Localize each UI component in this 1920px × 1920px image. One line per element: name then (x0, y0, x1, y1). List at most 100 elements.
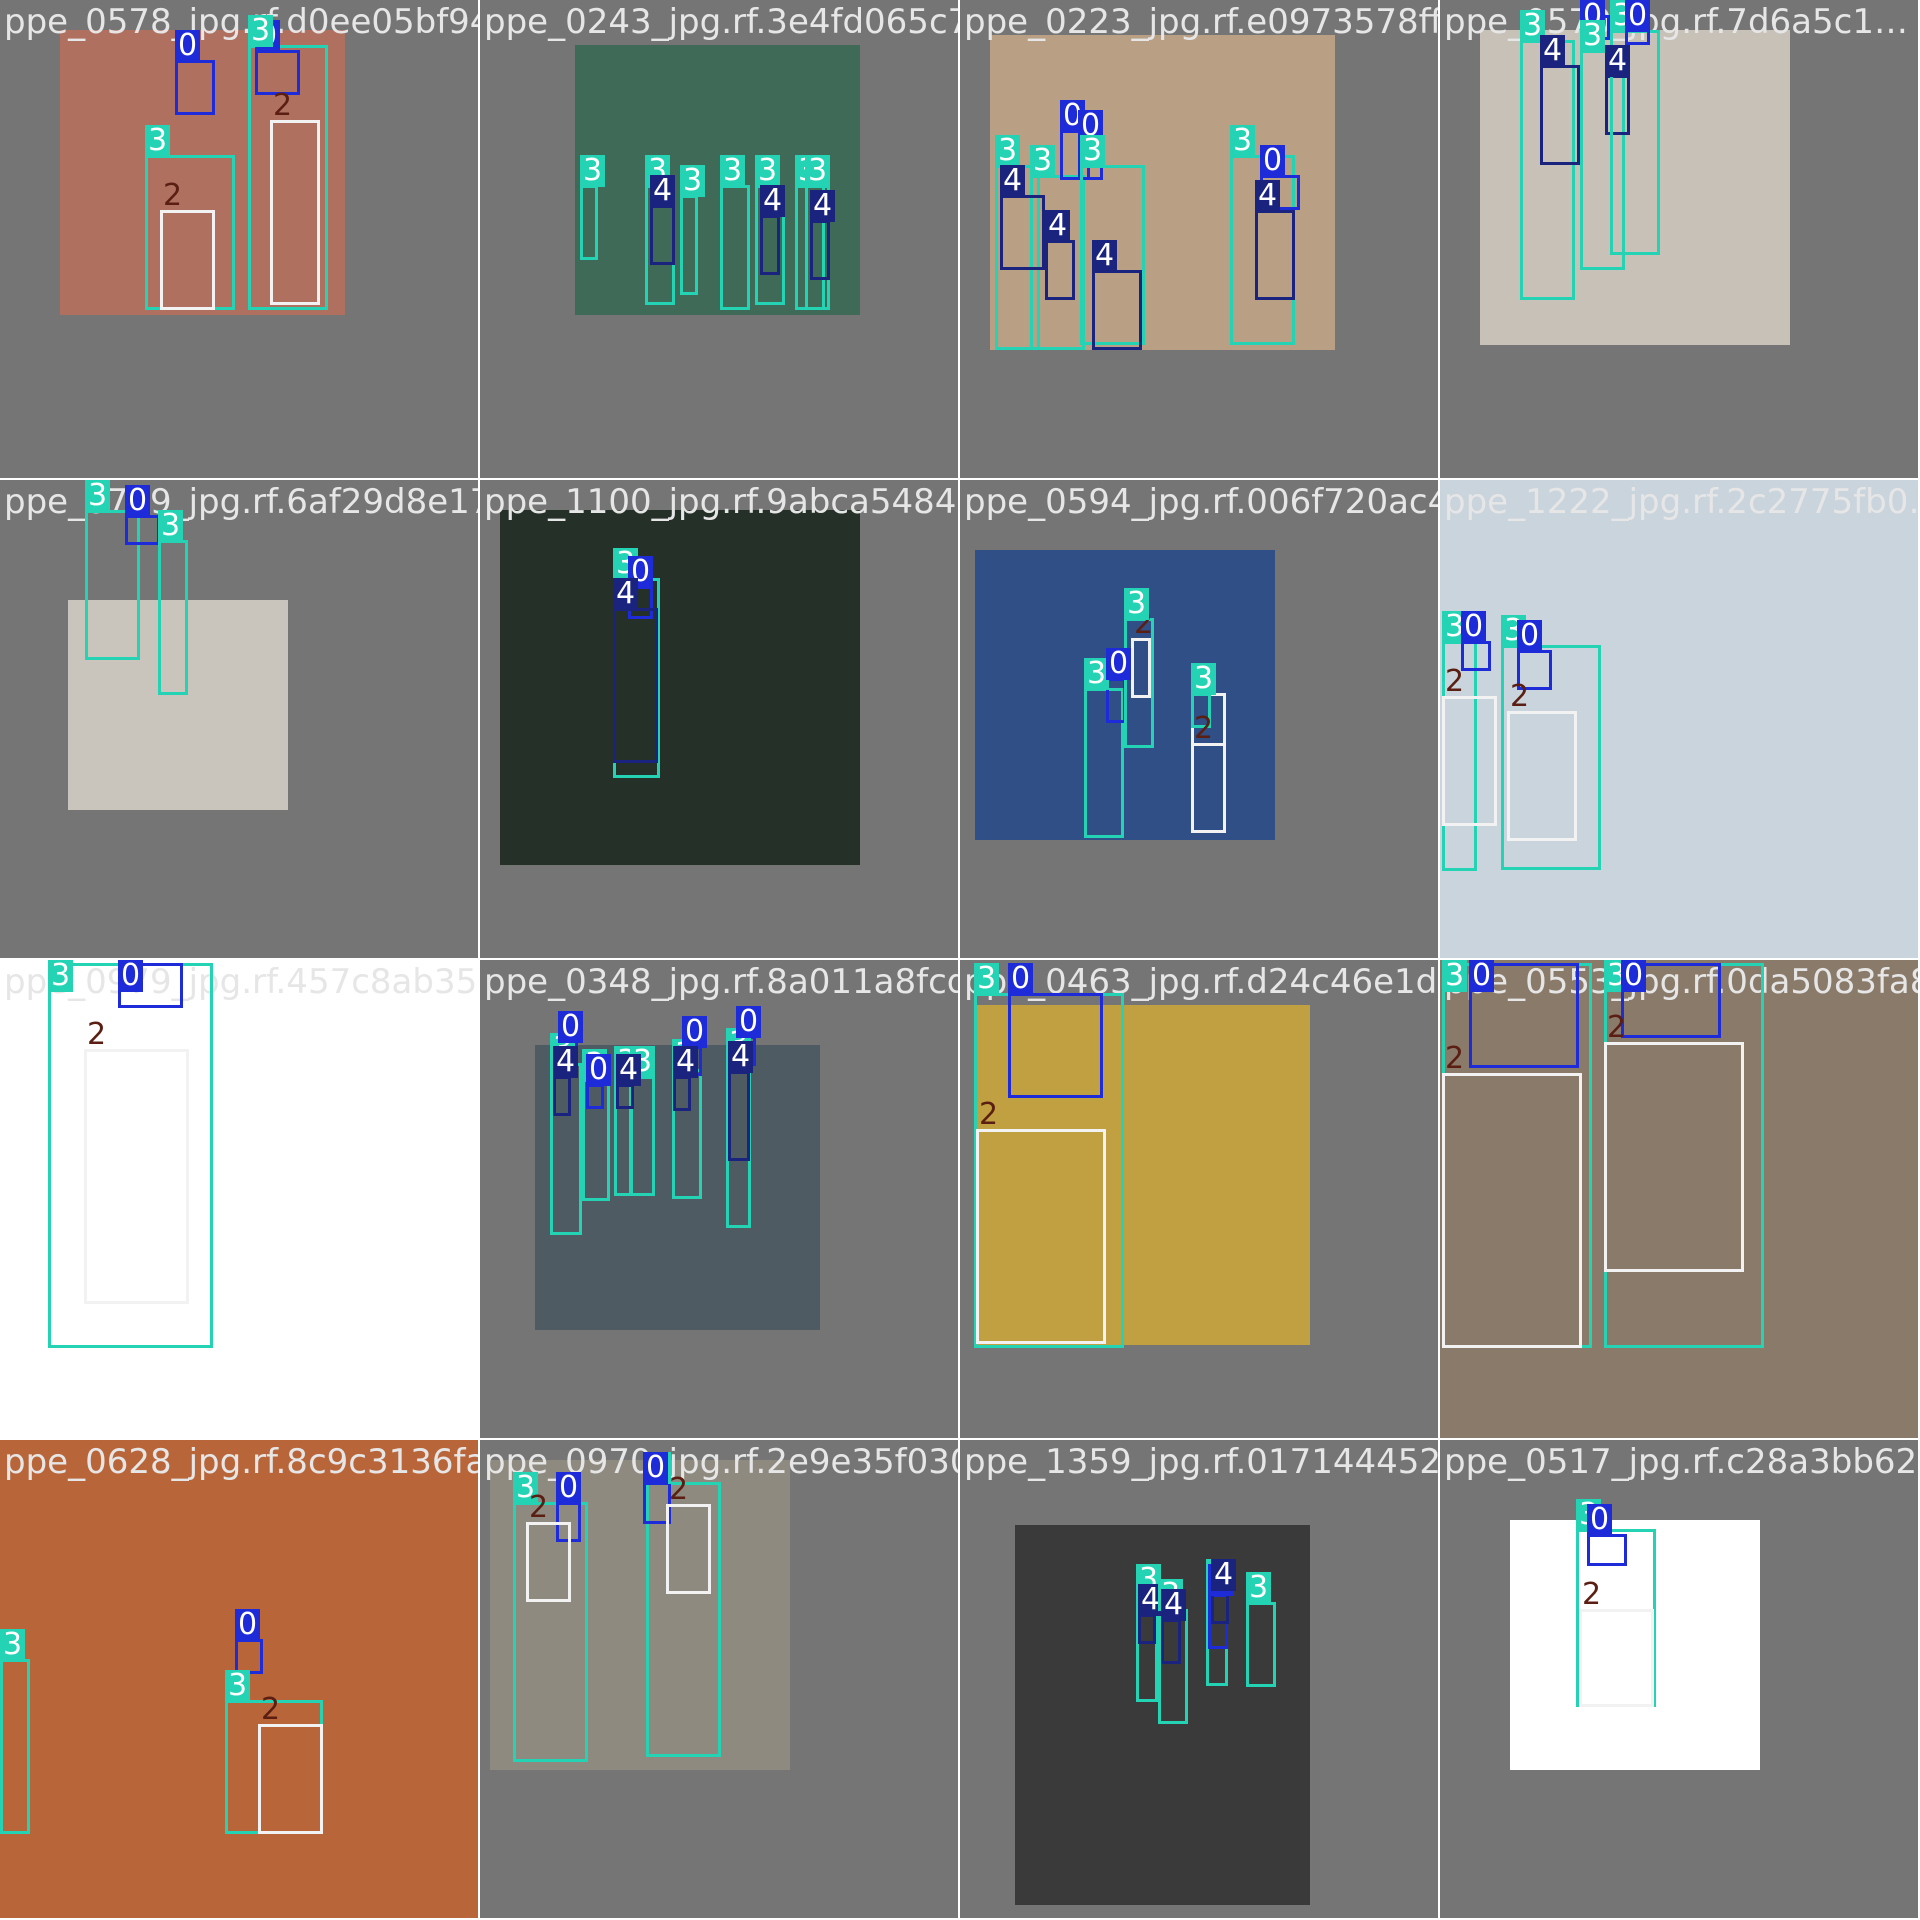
detection-class-label: 3 (248, 15, 274, 47)
detection-box-class-2 (84, 1049, 189, 1304)
detection-box-class-3 (158, 540, 188, 695)
grid-tile: ppe_0979_jpg.rf.457c8ab35… 3 0 2 (0, 960, 480, 1440)
image-filename-caption: ppe_0594_jpg.rf.006f720ac4… (964, 482, 1440, 522)
detection-box-class-4 (728, 1071, 750, 1161)
detection-class-label: 0 (175, 30, 201, 62)
detection-class-label: 2 (1445, 1041, 1465, 1076)
detection-class-label: 3 (225, 1670, 251, 1702)
detection-class-label: 3 (1230, 125, 1256, 157)
detection-class-label: 2 (979, 1097, 999, 1132)
grid-tile: ppe_1359_jpg.rf.017144452…34343043 (960, 1440, 1440, 1920)
detection-class-label: 2 (529, 1490, 549, 1525)
detection-class-label: 0 (556, 1472, 582, 1504)
detection-box-class-2 (1604, 1042, 1744, 1272)
detection-class-label: 4 (1605, 45, 1631, 77)
image-filename-caption: ppe_0348_jpg.rf.8a011a8fcd… (484, 962, 960, 1002)
detection-box-class-2 (160, 210, 215, 310)
detection-class-label: 3 (158, 510, 184, 542)
detection-class-label: 3 (85, 480, 111, 512)
detection-class-label: 4 (810, 190, 836, 222)
detection-box-class-3 (720, 185, 750, 310)
image-filename-caption: ppe_0517_jpg.rf.c28a3bb620… (1444, 1442, 1920, 1482)
detection-class-label: 0 (1625, 0, 1651, 32)
detection-box-class-2 (1191, 743, 1226, 833)
detection-box-class-4 (1255, 210, 1295, 300)
grid-tile: ppe_0553_jpg.rf.0da5083fa8… 3 0 2 3 0 2 (1440, 960, 1920, 1440)
detection-box-class-4 (1000, 195, 1045, 270)
detection-class-label: 3 (1442, 960, 1468, 992)
grid-tile: ppe_0594_jpg.rf.006f720ac4…3023232 (960, 480, 1440, 960)
detection-box-class-3 (680, 195, 698, 295)
image-filename-caption: ppe_1100_jpg.rf.9abca5484… (484, 482, 960, 522)
detection-box-class-2 (526, 1522, 571, 1602)
detection-class-label: 2 (669, 1472, 689, 1507)
detection-class-label: 2 (261, 1692, 281, 1727)
detection-box-class-2 (1442, 696, 1497, 826)
detection-box-class-4 (760, 215, 780, 275)
detection-box-class-2 (1442, 1073, 1582, 1348)
detection-box-class-3 (1246, 1602, 1276, 1687)
detection-box-class-2 (258, 1724, 323, 1834)
detection-class-label: 2 (163, 178, 183, 213)
detection-class-label: 4 (1045, 210, 1071, 242)
detection-box-class-4 (1161, 1619, 1181, 1664)
grid-tile: ppe_0970_jpg.rf.2e9e35f030…302302 (480, 1440, 960, 1920)
image-filename-caption: ppe_1222_jpg.rf.2c2775fb0… (1444, 482, 1920, 522)
detection-class-label: 0 (1587, 1504, 1613, 1536)
detection-class-label: 0 (235, 1609, 261, 1641)
detection-class-label: 0 (558, 1011, 584, 1043)
detection-class-label: 4 (728, 1041, 754, 1073)
detection-class-label: 3 (1124, 588, 1150, 620)
detection-box-class-4 (1138, 1614, 1156, 1644)
detection-class-label: 3 (48, 960, 74, 992)
detection-class-label: 4 (1092, 240, 1118, 272)
detection-class-label: 4 (673, 1046, 699, 1078)
grid-tile: ppe_0628_jpg.rf.8c9c3136fa… 3 0 3 2 (0, 1440, 480, 1920)
detection-class-label: 2 (1582, 1577, 1602, 1612)
grid-tile: ppe_0749_jpg.rf.6af29d8e17… 3 0 3 (0, 480, 480, 960)
detection-box-class-0 (1008, 993, 1103, 1098)
detection-class-label: 0 (1260, 145, 1286, 177)
detection-class-label: 4 (1540, 35, 1566, 67)
image-filename-caption: ppe_0243_jpg.rf.3e4fd065c74b0a… (484, 2, 958, 42)
grid-tile: ppe_1222_jpg.rf.2c2775fb0… 3 0 2 3 0 2 (1440, 480, 1920, 960)
detection-class-label: 4 (1255, 180, 1281, 212)
detection-class-label: 3 (680, 165, 706, 197)
detection-box-class-3 (0, 1659, 30, 1834)
detection-box-class-4 (810, 220, 830, 280)
detection-box-class-4 (616, 1084, 634, 1109)
detection-class-label: 2 (1510, 679, 1530, 714)
detection-class-label: 4 (1000, 165, 1026, 197)
detection-box-class-4 (1045, 240, 1075, 300)
detection-class-label: 0 (1517, 620, 1543, 652)
detection-class-label: 4 (553, 1046, 579, 1078)
detection-class-label: 3 (974, 963, 1000, 995)
detection-class-label: 3 (805, 155, 831, 187)
detection-box-class-0 (125, 515, 160, 545)
detection-class-label: 2 (273, 88, 293, 123)
detection-class-label: 4 (613, 578, 639, 610)
image-filename-caption: ppe_0223_jpg.rf.e0973578fffe… (964, 2, 1438, 42)
detection-class-label: 0 (643, 1452, 669, 1484)
detection-box-class-4 (553, 1076, 571, 1116)
detection-box-class-4 (650, 205, 675, 265)
image-filename-caption: ppe_0628_jpg.rf.8c9c3136fa… (4, 1442, 480, 1482)
grid-tile: ppe_0243_jpg.rf.3e4fd065c74b0a…334333433… (480, 0, 960, 480)
detection-class-label: 4 (616, 1054, 642, 1086)
detection-class-label: 0 (118, 960, 144, 992)
detection-box-class-2 (1579, 1609, 1654, 1707)
detection-class-label: 2 (1445, 664, 1465, 699)
detection-class-label: 3 (1030, 145, 1056, 177)
detection-class-label: 3 (1580, 20, 1606, 52)
detection-class-label: 4 (760, 185, 786, 217)
image-filename-caption: ppe_0570_jpg.rf.7d6a5c1… (1444, 2, 1908, 42)
image-filename-caption: ppe_1359_jpg.rf.017144452… (964, 1442, 1440, 1482)
image-grid: ppe_0578_jpg.rf.d0ee05bf94…300223ppe_024… (0, 0, 1920, 1920)
detection-class-label: 0 (1461, 611, 1487, 643)
detection-box-class-2 (666, 1504, 711, 1594)
grid-tile: ppe_0570_jpg.rf.7d6a5c1… 3 0 4 3 4 3 0 (1440, 0, 1920, 480)
detection-class-label: 0 (586, 1054, 612, 1086)
detection-class-label: 0 (1469, 960, 1495, 992)
detection-box-class-2 (976, 1129, 1106, 1344)
detection-box-class-4 (613, 608, 658, 763)
